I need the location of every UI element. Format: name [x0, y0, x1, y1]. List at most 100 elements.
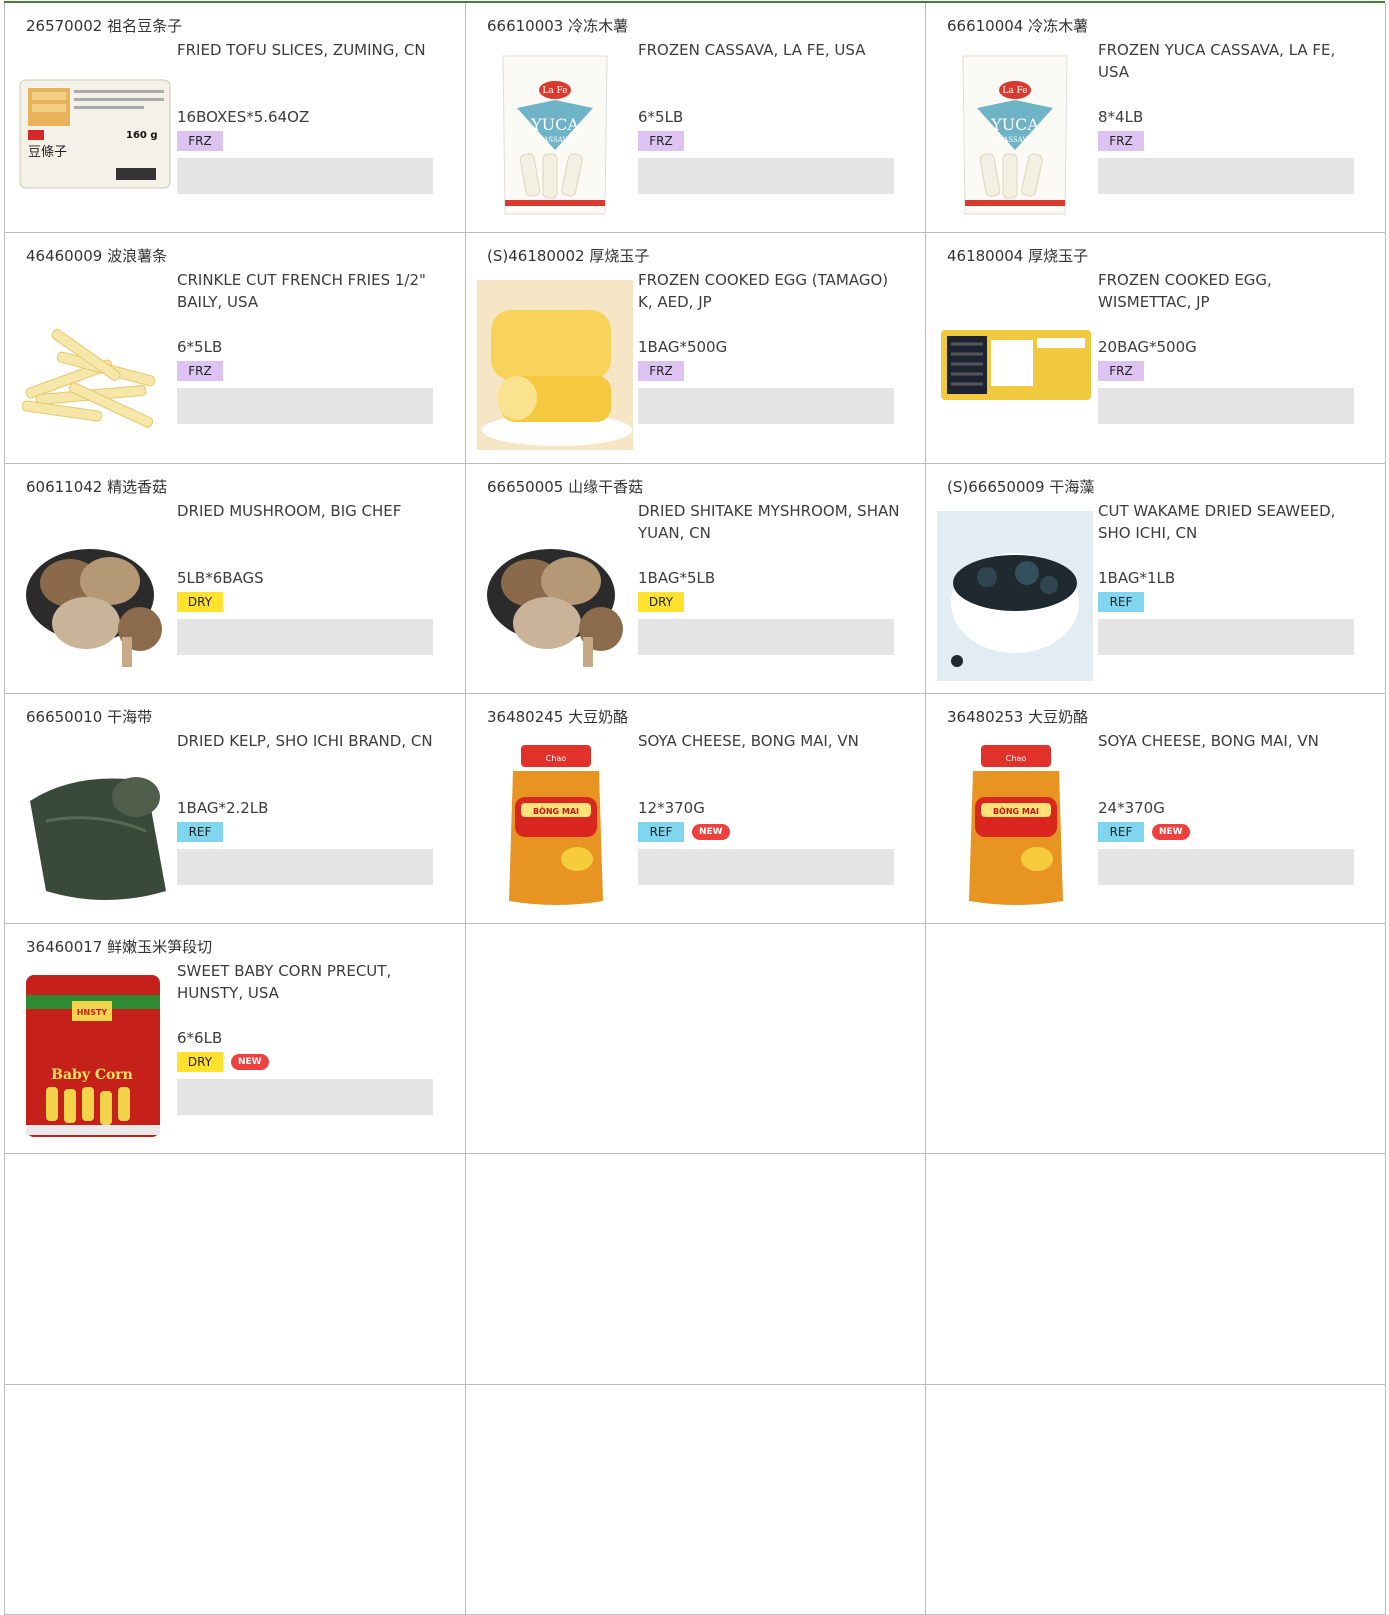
empty-cell	[466, 1154, 926, 1385]
storage-badge: FRZ	[177, 361, 223, 382]
fries-image	[15, 277, 173, 453]
empty-cell	[5, 1384, 466, 1615]
tamago-image	[476, 277, 634, 453]
tofu-package-image: 豆條子 160 g	[15, 47, 173, 223]
product-code: (S)46180002 厚烧玉子	[487, 247, 650, 266]
quantity-input[interactable]	[177, 1079, 433, 1116]
product-pack-size: 1BAG*500G	[638, 338, 728, 357]
svg-text:Baby Corn: Baby Corn	[51, 1067, 133, 1083]
product-code: 60611042 精选香菇	[26, 477, 168, 496]
catalog-sheet: 26570002 祖名豆条子 FRIED TOFU SLICES, ZUMING…	[4, 1, 1386, 1615]
quantity-input[interactable]	[1098, 388, 1354, 425]
product-code: (S)66650009 干海藻	[947, 477, 1095, 496]
product-pack-size: 20BAG*500G	[1098, 338, 1197, 357]
svg-text:豆條子: 豆條子	[28, 145, 67, 160]
product-pack-size: 5LB*6BAGS	[177, 568, 264, 587]
kelp-image	[15, 738, 173, 914]
product-description: FROZEN COOKED EGG, WISMETTAC, JP	[1098, 271, 1272, 312]
product-description: CUT WAKAME DRIED SEAWEED, SHO ICHI, CN	[1098, 501, 1336, 542]
product-pack-size: 12*370G	[638, 798, 705, 817]
egg-package-image	[936, 277, 1094, 453]
storage-badge: DRY	[638, 591, 684, 612]
svg-text:160 g: 160 g	[126, 130, 158, 141]
product-pack-size: 1BAG*5LB	[638, 568, 716, 587]
baby-corn-can-image: HNSTY Baby Corn	[15, 968, 173, 1144]
product-tags: FRZ	[1098, 361, 1144, 382]
seaweed-bowl-image	[936, 508, 1094, 684]
product-cell: 36480253 大豆奶酪 SOYA CHEESE, BONG MAI, VN …	[926, 693, 1386, 925]
product-pack-size: 24*370G	[1098, 798, 1165, 817]
new-badge: NEW	[231, 1054, 269, 1071]
quantity-input[interactable]	[177, 158, 433, 194]
product-cell: (S)46180002 厚烧玉子 FROZEN COOKED EGG (TAMA…	[466, 233, 926, 464]
product-tags: FRZ	[177, 361, 223, 382]
product-pack-size: 8*4LB	[1098, 108, 1144, 126]
product-code: 36480245 大豆奶酪	[487, 707, 629, 726]
product-description: FROZEN CASSAVA, LA FE, USA	[638, 41, 866, 59]
product-pack-size: 6*5LB	[638, 108, 684, 126]
svg-text:HNSTY: HNSTY	[77, 1008, 108, 1017]
product-description: CRINKLE CUT FRENCH FRIES 1/2" BAILY, USA	[177, 271, 426, 312]
product-code: 36460017 鲜嫩玉米笋段切	[26, 938, 213, 957]
product-description: DRIED SHITAKE MYSHROOM, SHAN YUAN, CN	[638, 501, 900, 542]
product-grid: 26570002 祖名豆条子 FRIED TOFU SLICES, ZUMING…	[4, 3, 1386, 1615]
empty-cell	[926, 1384, 1386, 1615]
product-description: FROZEN YUCA CASSAVA, LA FE, USA	[1098, 41, 1336, 81]
product-code: 66650005 山缘干香菇	[487, 477, 644, 496]
quantity-input[interactable]	[177, 618, 433, 655]
cheese-jar-image: Chao BÔNG MAI	[476, 738, 634, 914]
product-cell: 36480245 大豆奶酪 SOYA CHEESE, BONG MAI, VN …	[466, 693, 926, 925]
product-cell: 46180004 厚烧玉子 FROZEN COOKED EGG, WISMETT…	[926, 233, 1386, 464]
quantity-input[interactable]	[177, 848, 433, 885]
storage-badge: REF	[1098, 591, 1144, 612]
svg-text:CASSAVA: CASSAVA	[538, 136, 573, 144]
product-tags: REF NEW	[638, 821, 730, 842]
product-cell: 60611042 精选香菇 DRIED MUSHROOM, BIG CHEF 5…	[5, 463, 466, 694]
product-pack-size: 6*5LB	[177, 338, 223, 357]
product-cell: 36460017 鲜嫩玉米笋段切 SWEET BABY CORN PRECUT,…	[5, 924, 466, 1155]
svg-text:BÔNG MAI: BÔNG MAI	[533, 805, 579, 816]
quantity-input[interactable]	[1098, 158, 1354, 194]
product-code: 46180004 厚烧玉子	[947, 247, 1089, 266]
mushroom-image	[15, 508, 173, 684]
product-description: SOYA CHEESE, BONG MAI, VN	[638, 731, 859, 750]
quantity-input[interactable]	[638, 158, 894, 194]
svg-text:Chao: Chao	[546, 754, 567, 763]
product-tags: REF NEW	[1098, 821, 1190, 842]
storage-badge: FRZ	[638, 361, 684, 382]
quantity-input[interactable]	[1098, 618, 1354, 655]
product-tags: FRZ	[177, 131, 223, 151]
product-tags: DRY	[638, 591, 684, 612]
product-cell: 26570002 祖名豆条子 FRIED TOFU SLICES, ZUMING…	[5, 3, 466, 234]
quantity-input[interactable]	[638, 848, 894, 885]
empty-cell	[466, 1384, 926, 1615]
new-badge: NEW	[692, 823, 730, 840]
quantity-input[interactable]	[638, 618, 894, 655]
product-code: 66650010 干海带	[26, 707, 153, 726]
product-cell: 66610004 冷冻木薯 FROZEN YUCA CASSAVA, LA FE…	[926, 3, 1386, 234]
product-pack-size: 16BOXES*5.64OZ	[177, 108, 310, 126]
product-tags: REF	[1098, 591, 1144, 612]
product-cell: 46460009 波浪薯条 CRINKLE CUT FRENCH FRIES 1…	[5, 233, 466, 464]
product-code: 36480253 大豆奶酪	[947, 707, 1089, 726]
product-description: SWEET BABY CORN PRECUT, HUNSTY, USA	[177, 962, 392, 1003]
quantity-input[interactable]	[1098, 848, 1354, 885]
product-description: DRIED MUSHROOM, BIG CHEF	[177, 501, 402, 520]
product-tags: DRY NEW	[177, 1052, 269, 1073]
product-description: FRIED TOFU SLICES, ZUMING, CN	[177, 41, 426, 59]
product-code: 26570002 祖名豆条子	[26, 17, 183, 35]
quantity-input[interactable]	[638, 388, 894, 425]
storage-badge: REF	[1098, 821, 1144, 842]
svg-text:BÔNG MAI: BÔNG MAI	[993, 805, 1039, 816]
storage-badge: DRY	[177, 591, 223, 612]
storage-badge: DRY	[177, 1052, 223, 1073]
storage-badge: FRZ	[1098, 361, 1144, 382]
svg-text:La Fe: La Fe	[542, 86, 567, 96]
product-tags: REF	[177, 821, 223, 842]
product-cell: 66650005 山缘干香菇 DRIED SHITAKE MYSHROOM, S…	[466, 463, 926, 694]
quantity-input[interactable]	[177, 388, 433, 425]
product-pack-size: 1BAG*2.2LB	[177, 798, 269, 817]
storage-badge: FRZ	[1098, 131, 1144, 151]
svg-text:La Fe: La Fe	[1002, 86, 1027, 96]
empty-cell	[926, 1154, 1386, 1385]
